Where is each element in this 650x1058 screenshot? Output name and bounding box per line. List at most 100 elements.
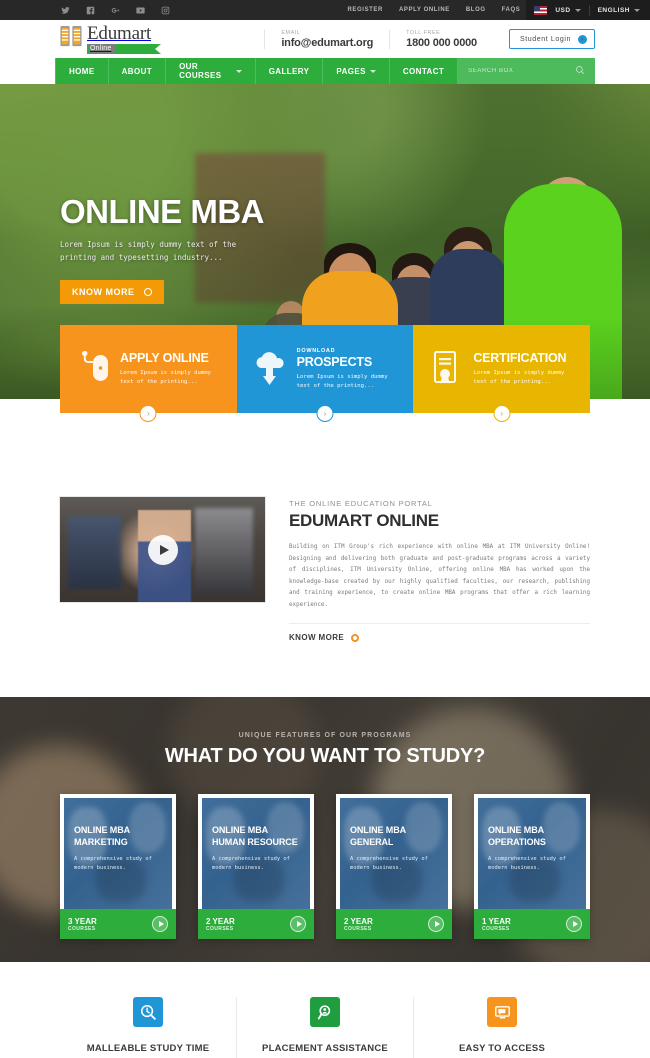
card-title: APPLY ONLINE (120, 351, 209, 365)
logo-sub-label: Online (87, 44, 116, 54)
nav-item-about[interactable]: ABOUT (109, 58, 167, 84)
twitter-icon[interactable] (60, 5, 71, 16)
nav-item-our-courses[interactable]: OUR COURSES (166, 58, 256, 84)
hero-subtitle: Lorem Ipsum is simply dummy text of the … (60, 240, 237, 262)
play-triangle-icon (572, 921, 578, 927)
course-footer: 1 YEAR COURSES (474, 909, 590, 939)
hero-title: ONLINE MBA (60, 193, 265, 230)
currency-selector[interactable]: USD (555, 7, 581, 14)
course-image: ONLINE MBA MARKETING A comprehensive stu… (64, 798, 172, 909)
study-kicker: UNIQUE FEATURES OF OUR PROGRAMS (238, 732, 412, 739)
google-plus-icon[interactable] (110, 5, 121, 16)
mouse-icon (76, 349, 110, 389)
us-flag-icon (534, 5, 548, 15)
course-desc: A comprehensive study of modern business… (212, 856, 290, 871)
logo-name: Edumart (87, 23, 152, 44)
student-login-label: Student Login (519, 35, 571, 43)
play-triangle-icon (158, 921, 164, 927)
phone-value: 1800 000 0000 (406, 36, 477, 49)
chevron-right-icon[interactable]: › (316, 405, 334, 422)
feature-title: PLACEMENT ASSISTANCE (262, 1043, 388, 1054)
card-desc: Lorem Ipsum is simply dummy text of the … (120, 370, 211, 385)
video-thumbnail[interactable] (60, 497, 265, 602)
course-footer: 2 YEAR COURSES (198, 909, 314, 939)
language-selector[interactable]: ENGLISH (598, 7, 640, 14)
main-nav: HOME ABOUT OUR COURSES GALLERY PAGES CON… (55, 58, 595, 84)
course-card[interactable]: ONLINE MBA GENERAL A comprehensive study… (336, 794, 452, 939)
locale-controls: USD ENGLISH (526, 0, 650, 20)
course-footer: 2 YEAR COURSES (336, 909, 452, 939)
hero-know-more-button[interactable]: KNOW MORE (60, 280, 164, 304)
certificate-icon (429, 349, 463, 389)
about-know-more-button[interactable]: KNOW MORE (289, 623, 590, 642)
instagram-icon[interactable] (160, 5, 171, 16)
top-link-apply-online[interactable]: APPLY ONLINE (399, 7, 450, 13)
card-download-prospects[interactable]: DOWNLOAD PROSPECTS Lorem Ipsum is simply… (236, 325, 414, 422)
features-section: MALLEABLE STUDY TIME Study material avai… (0, 962, 650, 1058)
course-duration-label: COURSES (482, 925, 510, 932)
course-play-button[interactable] (566, 916, 582, 932)
chevron-down-icon (235, 69, 242, 73)
course-card[interactable]: ONLINE MBA MARKETING A comprehensive stu… (60, 794, 176, 939)
search-icon[interactable] (575, 64, 585, 78)
video-scene-right (195, 507, 253, 594)
nav-item-home[interactable]: HOME (55, 58, 109, 84)
course-duration-label: COURSES (206, 925, 234, 932)
study-section: UNIQUE FEATURES OF OUR PROGRAMS WHAT DO … (0, 697, 650, 962)
arrow-right-icon: › (578, 34, 587, 44)
chevron-down-icon (634, 8, 640, 12)
study-title: WHAT DO YOU WANT TO STUDY? (164, 745, 486, 767)
course-card[interactable]: ONLINE MBA HUMAN RESOURCE A comprehensiv… (198, 794, 314, 939)
course-image: ONLINE MBA HUMAN RESOURCE A comprehensiv… (202, 798, 310, 909)
header-email-block: EMAIL info@edumart.org (264, 29, 391, 49)
course-name: ONLINE MBA OPERATIONS (488, 825, 546, 847)
search-box[interactable] (458, 58, 595, 84)
divider (588, 4, 590, 16)
card-certification[interactable]: CERTIFICATION Lorem Ipsum is simply dumm… (413, 325, 591, 422)
about-know-more-label: KNOW MORE (289, 633, 345, 642)
top-link-register[interactable]: REGISTER (348, 7, 383, 13)
about-title: EDUMART ONLINE (289, 511, 439, 530)
nav-label: GALLERY (268, 66, 310, 76)
student-login-button[interactable]: Student Login › (508, 29, 595, 49)
play-triangle-icon (296, 921, 302, 927)
top-link-faqs[interactable]: FAQS (502, 7, 521, 13)
facebook-icon[interactable] (85, 5, 96, 16)
chevron-down-icon (574, 8, 581, 12)
top-link-blog[interactable]: BLOG (466, 7, 486, 13)
course-play-button[interactable] (152, 916, 168, 932)
nav-item-contact[interactable]: CONTACT (390, 58, 459, 84)
feature-title: EASY TO ACCESS (458, 1043, 546, 1054)
chevron-right-icon[interactable]: › (139, 405, 157, 422)
nav-label: HOME (69, 66, 95, 76)
search-input[interactable] (468, 68, 569, 74)
chevron-right-icon[interactable]: › (493, 405, 511, 422)
logo[interactable]: Edumart Online (60, 23, 162, 54)
feature-malleable-study-time: MALLEABLE STUDY TIME Study material avai… (60, 997, 236, 1058)
play-button-icon[interactable] (147, 534, 178, 565)
course-desc: A comprehensive study of modern business… (74, 856, 152, 871)
course-card[interactable]: ONLINE MBA OPERATIONS A comprehensive st… (474, 794, 590, 939)
course-duration: 2 YEAR (344, 916, 373, 926)
nav-label: PAGES (336, 66, 366, 76)
email-value[interactable]: info@edumart.org (281, 37, 373, 49)
about-text: Building on ITM Group's rich experience … (289, 544, 590, 608)
course-play-button[interactable] (290, 916, 306, 932)
youtube-icon[interactable] (135, 5, 146, 16)
chevron-down-icon (369, 69, 376, 73)
card-title: PROSPECTS (296, 354, 373, 369)
card-desc: Lorem Ipsum is simply dummy text of the … (296, 373, 388, 389)
card-apply-online[interactable]: APPLY ONLINE Lorem Ipsum is simply dummy… (60, 325, 237, 422)
site-header: Edumart Online EMAIL info@edumart.org TO… (0, 20, 650, 58)
course-play-button[interactable] (428, 916, 444, 932)
feature-title: MALLEABLE STUDY TIME (86, 1043, 210, 1054)
course-name: ONLINE MBA HUMAN RESOURCE (212, 825, 298, 847)
course-image: ONLINE MBA OPERATIONS A comprehensive st… (478, 798, 586, 909)
nav-item-pages[interactable]: PAGES (323, 58, 390, 84)
card-title: CERTIFICATION (473, 351, 567, 365)
nav-label: CONTACT (402, 66, 445, 76)
arrow-circle-icon (351, 633, 360, 642)
nav-item-gallery[interactable]: GALLERY (256, 58, 324, 84)
course-desc: A comprehensive study of modern business… (488, 856, 566, 871)
feature-placement-assistance: PLACEMENT ASSISTANCE ITM University Onli… (236, 997, 413, 1058)
